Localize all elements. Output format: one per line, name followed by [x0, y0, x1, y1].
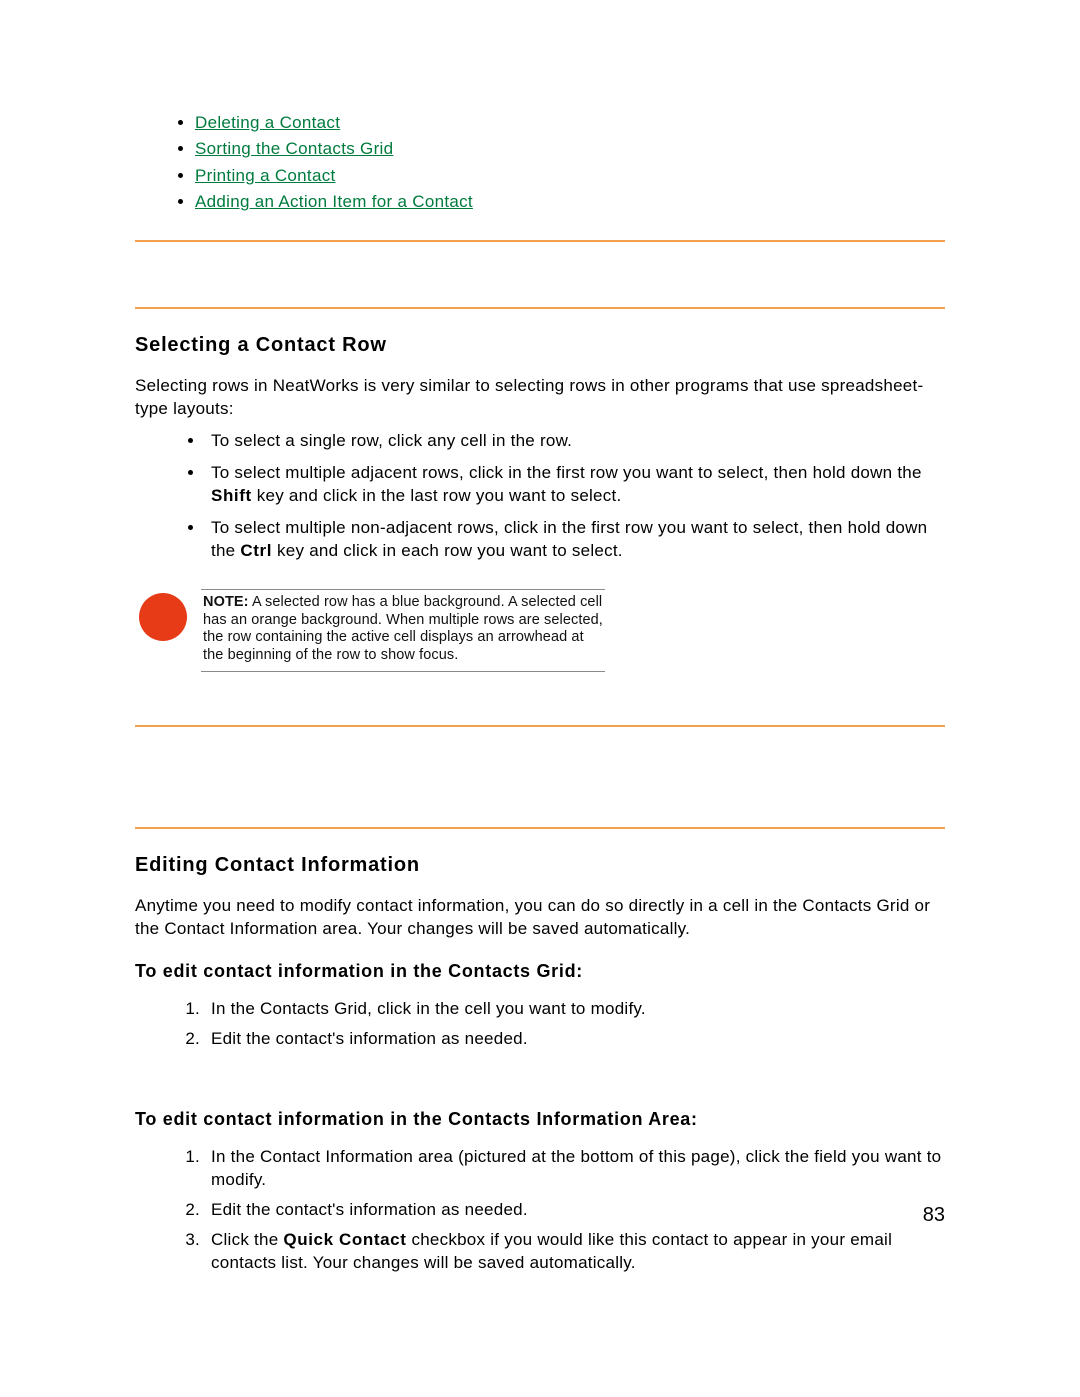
- selecting-bullets: To select a single row, click any cell i…: [135, 427, 945, 569]
- spacer: [135, 672, 945, 700]
- list-item: Deleting a Contact: [195, 110, 945, 136]
- divider: [135, 307, 945, 309]
- list-item: Adding an Action Item for a Contact: [195, 189, 945, 215]
- link-adding-action-item[interactable]: Adding an Action Item for a Contact: [195, 192, 473, 211]
- spacer: [135, 752, 945, 822]
- dot-icon: [139, 593, 187, 641]
- subheading-edit-info-area: To edit contact information in the Conta…: [135, 1109, 945, 1130]
- edit-grid-steps: In the Contacts Grid, click in the cell …: [135, 996, 945, 1056]
- list-item: To select multiple non-adjacent rows, cl…: [205, 514, 945, 569]
- top-links-list: Deleting a Contact Sorting the Contacts …: [135, 110, 945, 215]
- paragraph: Selecting rows in NeatWorks is very simi…: [135, 375, 945, 421]
- list-item: Printing a Contact: [195, 163, 945, 189]
- document-page: Deleting a Contact Sorting the Contacts …: [0, 0, 1080, 1397]
- list-item: To select multiple adjacent rows, click …: [205, 459, 945, 514]
- divider: [135, 827, 945, 829]
- list-item: Edit the contact's information as needed…: [205, 1026, 945, 1056]
- bullet-text: To select a single row, click any cell i…: [211, 431, 572, 450]
- note-block: NOTE: A selected row has a blue backgrou…: [139, 589, 945, 672]
- step-bold: Quick Contact: [283, 1230, 406, 1249]
- heading-editing-contact-info: Editing Contact Information: [135, 854, 945, 877]
- list-item: To select a single row, click any cell i…: [205, 427, 945, 459]
- note-text: NOTE: A selected row has a blue backgrou…: [203, 594, 603, 665]
- list-item: In the Contact Information area (picture…: [205, 1144, 945, 1197]
- bullet-bold: Ctrl: [240, 541, 272, 560]
- divider: [135, 240, 945, 242]
- heading-selecting-contact-row: Selecting a Contact Row: [135, 334, 945, 357]
- note-box: NOTE: A selected row has a blue backgrou…: [201, 589, 605, 672]
- note-body: A selected row has a blue background. A …: [203, 594, 603, 663]
- note-label: NOTE:: [203, 594, 249, 610]
- link-sorting-contacts-grid[interactable]: Sorting the Contacts Grid: [195, 139, 393, 158]
- paragraph: Anytime you need to modify contact infor…: [135, 895, 945, 941]
- step-text: Edit the contact's information as needed…: [211, 1200, 528, 1219]
- bullet-text-pre: To select multiple adjacent rows, click …: [211, 463, 922, 482]
- bullet-text-post: key and click in the last row you want t…: [252, 486, 622, 505]
- link-deleting-contact[interactable]: Deleting a Contact: [195, 113, 340, 132]
- spacer: [135, 267, 945, 302]
- spacer: [135, 1073, 945, 1089]
- step-text: In the Contacts Grid, click in the cell …: [211, 999, 646, 1018]
- bullet-text-post: key and click in each row you want to se…: [272, 541, 623, 560]
- step-text: Edit the contact's information as needed…: [211, 1029, 528, 1048]
- list-item: Sorting the Contacts Grid: [195, 136, 945, 162]
- step-text-pre: Click the: [211, 1230, 283, 1249]
- bullet-bold: Shift: [211, 486, 252, 505]
- page-number: 83: [923, 1204, 945, 1227]
- list-item: In the Contacts Grid, click in the cell …: [205, 996, 945, 1026]
- subheading-edit-grid: To edit contact information in the Conta…: [135, 961, 945, 982]
- edit-info-steps: In the Contact Information area (picture…: [135, 1144, 945, 1280]
- divider: [135, 725, 945, 727]
- link-printing-contact[interactable]: Printing a Contact: [195, 166, 336, 185]
- list-item: Click the Quick Contact checkbox if you …: [205, 1227, 945, 1280]
- step-text: In the Contact Information area (picture…: [211, 1147, 941, 1189]
- list-item: Edit the contact's information as needed…: [205, 1197, 945, 1227]
